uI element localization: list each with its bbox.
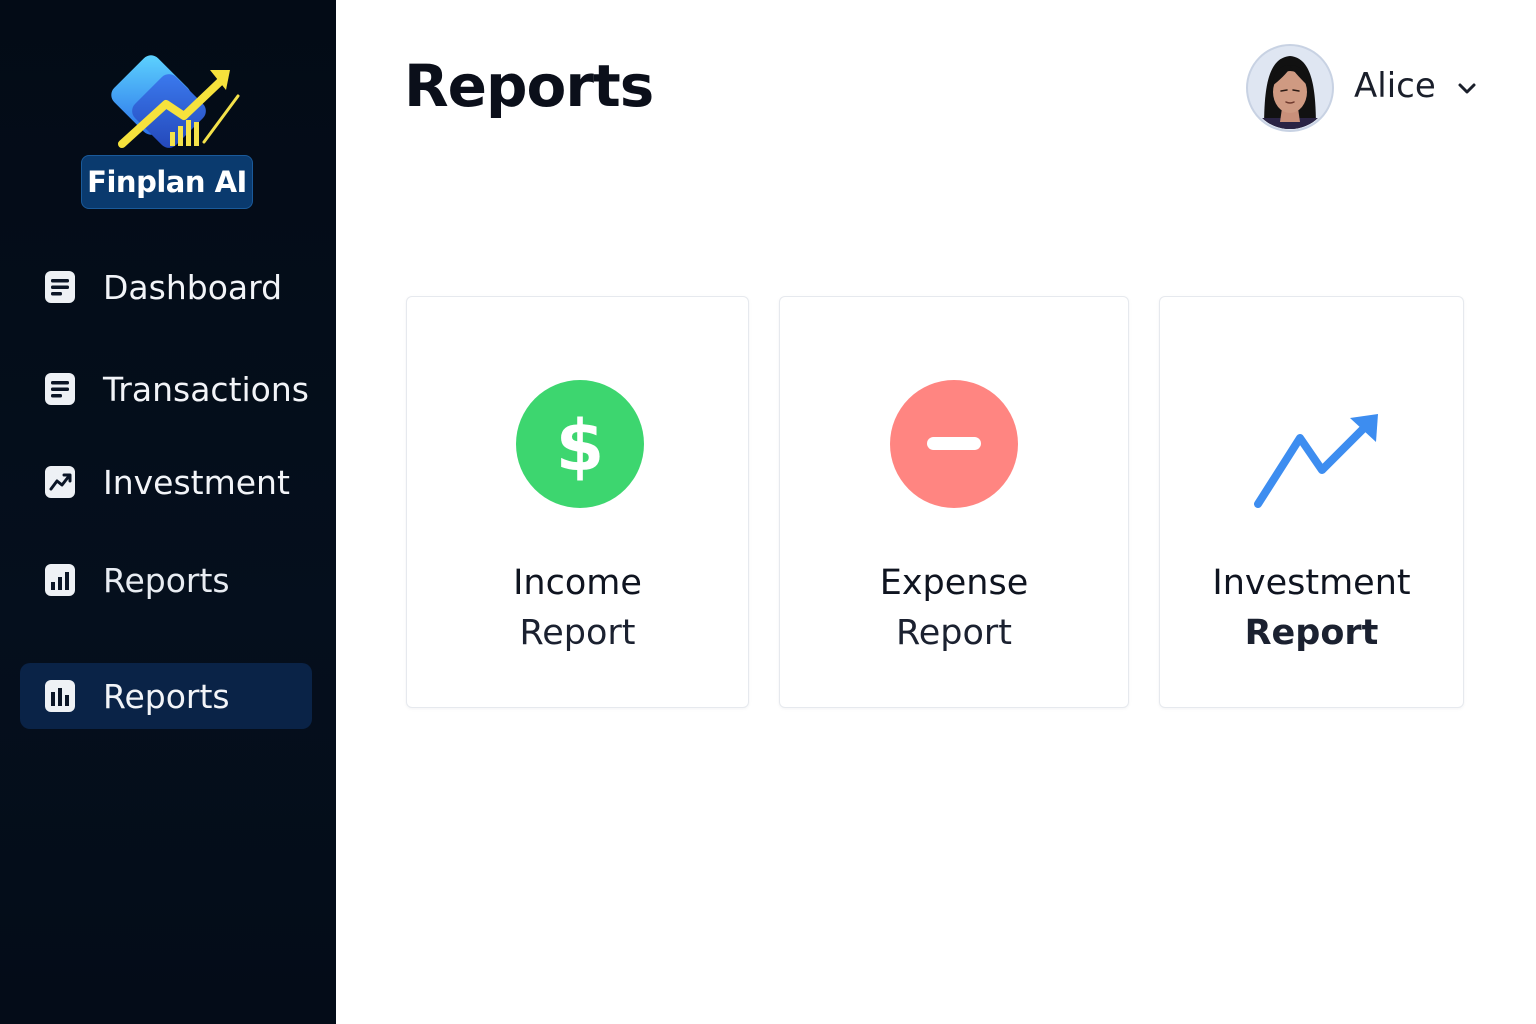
- document-icon: [45, 271, 75, 303]
- sidebar-item-reports-active[interactable]: Reports: [20, 663, 312, 729]
- minus-icon: [890, 380, 1018, 508]
- trend-up-arrow-icon: [1254, 414, 1378, 508]
- sidebar-item-label: Transactions: [103, 369, 309, 409]
- document-icon: [45, 373, 75, 405]
- bar-chart-icon: [45, 564, 75, 596]
- sidebar-item-label: Reports: [103, 560, 230, 600]
- dollar-icon: $: [516, 380, 644, 508]
- logo-icon: [111, 55, 240, 148]
- app-window: Finplan AI Dashboard Transactions Invest…: [0, 0, 1536, 1024]
- avatar-icon[interactable]: [1246, 44, 1334, 132]
- sidebar: Finplan AI Dashboard Transactions Invest…: [0, 0, 336, 1024]
- user-name: Alice: [1354, 66, 1436, 106]
- sidebar-item-dashboard[interactable]: Dashboard: [20, 254, 312, 320]
- investment-report-card[interactable]: Investment Report: [1159, 296, 1464, 708]
- trend-up-icon: [45, 466, 75, 498]
- sidebar-item-reports[interactable]: Reports: [20, 547, 312, 613]
- bar-chart-icon: [45, 680, 75, 712]
- svg-text:$: $: [556, 405, 605, 487]
- sidebar-item-transactions[interactable]: Transactions: [20, 356, 312, 422]
- sidebar-item-label: Dashboard: [103, 267, 283, 307]
- card-title: Income: [513, 563, 642, 603]
- card-title: Expense: [879, 563, 1029, 603]
- card-subtitle: Report: [1244, 613, 1379, 653]
- sidebar-item-investment[interactable]: Investment: [20, 449, 312, 515]
- card-title: Investment: [1212, 563, 1411, 603]
- user-menu[interactable]: Alice: [1246, 44, 1486, 134]
- page-title: Reports: [404, 52, 654, 120]
- sidebar-item-label: Investment: [103, 462, 290, 502]
- brand-logo[interactable]: Finplan AI: [80, 52, 260, 214]
- sidebar-item-label: Reports: [103, 676, 230, 716]
- income-report-card[interactable]: $ Income Report: [406, 296, 749, 708]
- expense-report-card[interactable]: Expense Report: [779, 296, 1129, 708]
- card-subtitle: Report: [895, 613, 1013, 653]
- brand-name: Finplan AI: [81, 155, 253, 209]
- card-subtitle: Report: [519, 613, 636, 653]
- chevron-down-icon[interactable]: [1456, 80, 1478, 98]
